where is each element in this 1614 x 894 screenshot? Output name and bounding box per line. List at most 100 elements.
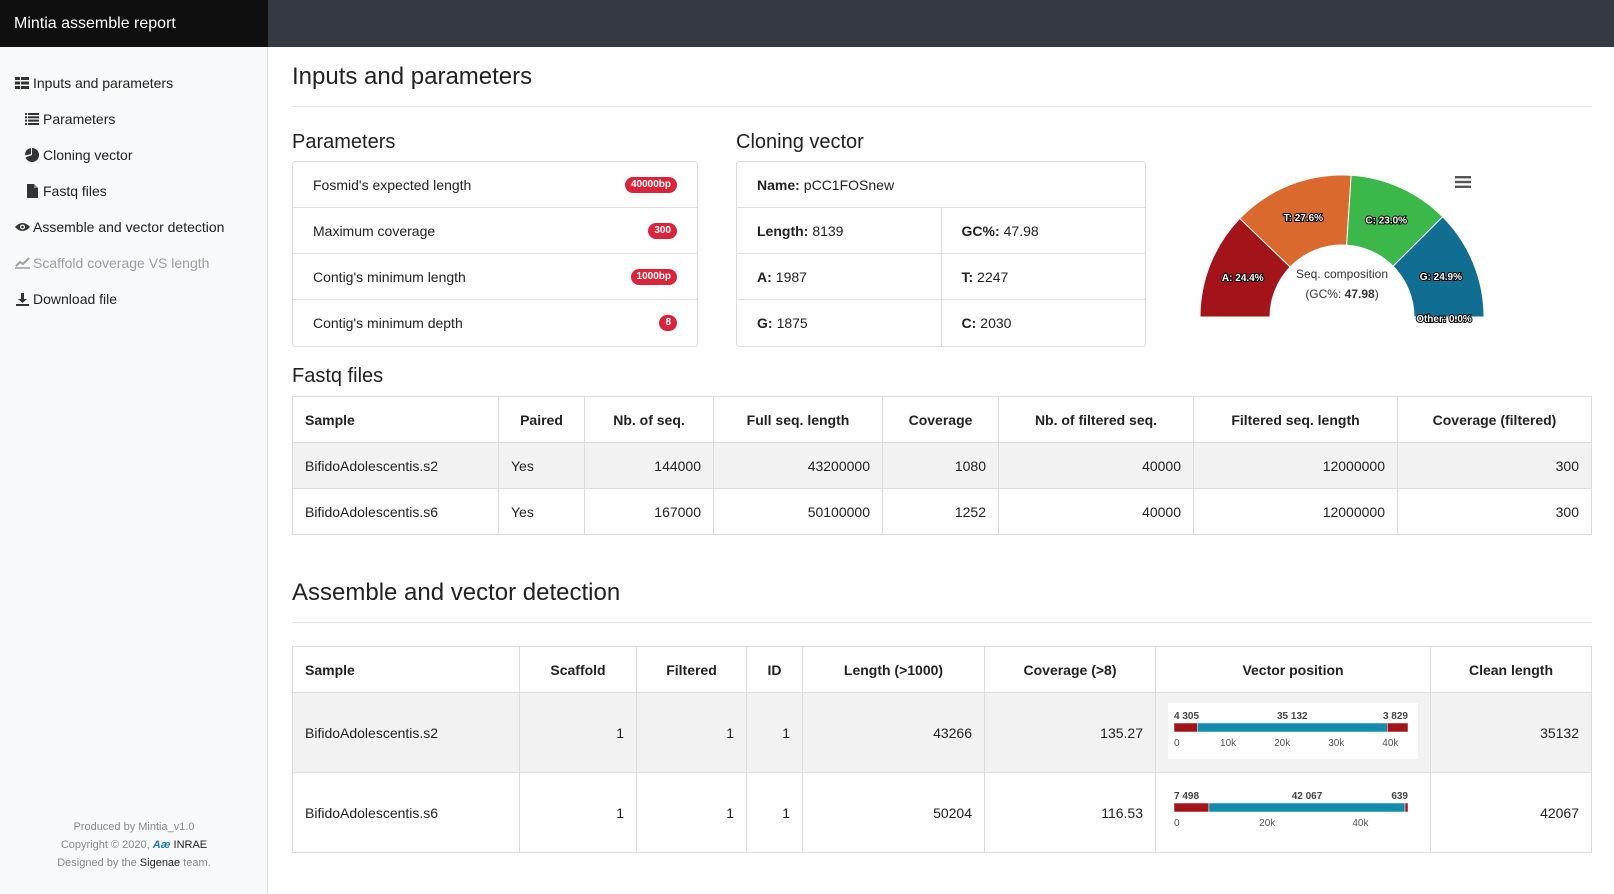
parameter-badge: 1000bp — [630, 268, 677, 285]
vector-segment[interactable] — [1197, 722, 1388, 733]
eye-icon — [14, 222, 30, 232]
axis-tick-label: 40k — [1352, 818, 1369, 829]
vector-segment-label: 4 305 — [1174, 711, 1199, 722]
vector-segment[interactable] — [1173, 722, 1198, 733]
sidebar-item-label: Fastq files — [43, 183, 107, 199]
table-row: BifidoAdolescentis.s6 Yes 167000 5010000… — [292, 488, 1592, 535]
column-header[interactable]: Coverage — [882, 396, 999, 443]
axis-tick-label: 30k — [1328, 738, 1345, 749]
vector-segment-label: 3 829 — [1383, 711, 1408, 722]
sidebar-item-cloning-vector[interactable]: Cloning vector — [0, 137, 267, 173]
divider — [292, 622, 1592, 623]
inrae-logo: Aæ — [152, 839, 171, 851]
sidebar-footer: Produced by Mintia_v1.0 Copyright © 2020… — [0, 818, 268, 872]
list-icon — [24, 113, 40, 125]
section-title-assemble: Assemble and vector detection — [292, 579, 621, 606]
sidebar-item-inputs[interactable]: Inputs and parameters — [0, 65, 267, 101]
column-header[interactable]: ID — [746, 646, 803, 693]
sigenae-link[interactable]: Sigenae — [140, 857, 180, 869]
chart-center-gc: (GC%: 47.98) — [1305, 287, 1378, 301]
sidebar: Inputs and parameters Parameters Cloning… — [0, 47, 268, 894]
parameters-title: Parameters — [292, 131, 396, 153]
vector-g-count: G: 1875 — [757, 315, 808, 331]
vector-segment[interactable] — [1387, 722, 1409, 733]
parameter-badge: 8 — [659, 315, 677, 331]
parameter-row: Fosmid's expected length 40000bp — [293, 162, 697, 208]
app-title[interactable]: Mintia assemble report — [0, 0, 268, 47]
axis-tick-label: 20k — [1259, 818, 1276, 829]
axis-tick-label: 0 — [1174, 818, 1180, 829]
sidebar-item-fastq-files[interactable]: Fastq files — [0, 173, 267, 209]
pie-label-t: T: 27.6% — [1284, 213, 1324, 224]
sidebar-item-download[interactable]: Download file — [0, 281, 267, 317]
vector-c-count: C: 2030 — [940, 300, 1146, 346]
vector-a-count: A: 1987 — [757, 268, 807, 285]
list-tree-icon — [14, 77, 30, 89]
column-header[interactable]: Coverage (>8) — [984, 646, 1156, 693]
chart-center-label: Seq. composition — [1296, 267, 1388, 281]
parameter-badge: 40000bp — [624, 176, 677, 193]
sidebar-item-label: Cloning vector — [43, 147, 133, 163]
inrae-link[interactable]: INRAE — [174, 839, 208, 851]
sidebar-item-label: Assemble and vector detection — [33, 219, 225, 235]
fastq-title: Fastq files — [292, 365, 384, 387]
file-icon — [24, 184, 40, 198]
column-header[interactable]: Filtered — [636, 646, 747, 693]
vector-segment-label: 42 067 — [1292, 791, 1323, 802]
pie-label-other: Other: 0.0% — [1416, 314, 1472, 325]
sidebar-item-parameters[interactable]: Parameters — [0, 101, 267, 137]
designed-by-line: Designed by the Sigenae team. — [57, 857, 211, 869]
vector-segment-label: 35 132 — [1277, 711, 1308, 722]
pie-label-c: C: 23.0% — [1365, 216, 1407, 227]
divider — [292, 106, 1592, 107]
axis-tick-label: 10k — [1220, 738, 1237, 749]
vector-segment-label: 639 — [1391, 791, 1408, 802]
column-header[interactable]: Full seq. length — [713, 396, 883, 443]
vector-length: Length: 8139 — [757, 222, 844, 239]
vector-position-chart: 7 498 42 067 639 0 20k 40k — [1168, 783, 1418, 839]
parameter-row: Contig's minimum depth 8 — [293, 300, 697, 346]
column-header[interactable]: Length (>1000) — [802, 646, 985, 693]
cloning-vector-title: Cloning vector — [736, 131, 864, 153]
column-header[interactable]: Sample — [292, 646, 520, 693]
column-header[interactable]: Vector position — [1155, 646, 1431, 693]
column-header[interactable]: Sample — [292, 396, 499, 443]
download-icon — [14, 292, 30, 306]
sidebar-item-assemble[interactable]: Assemble and vector detection — [0, 209, 267, 245]
pie-label-g: G: 24.9% — [1420, 272, 1462, 283]
column-header[interactable]: Coverage (filtered) — [1397, 396, 1592, 443]
parameter-row: Maximum coverage 300 — [293, 208, 697, 254]
pie-chart-icon — [24, 148, 40, 162]
vector-segment[interactable] — [1404, 802, 1409, 813]
vector-name: Name: pCC1FOSnew — [757, 176, 895, 193]
vector-segment-label: 7 498 — [1174, 791, 1199, 802]
chart-menu-icon[interactable] — [1455, 175, 1471, 189]
fastq-table: Sample Paired Nb. of seq. Full seq. leng… — [292, 396, 1592, 535]
copyright-line: Copyright © 2020, Aæ INRAE — [60, 839, 208, 851]
column-header[interactable]: Nb. of filtered seq. — [998, 396, 1194, 443]
sidebar-item-scaffold-coverage[interactable]: Scaffold coverage VS length — [0, 245, 267, 281]
table-row: BifidoAdolescentis.s2 1 1 1 43266 135.27… — [292, 692, 1592, 773]
vector-segment[interactable] — [1173, 802, 1210, 813]
axis-tick-label: 40k — [1382, 738, 1399, 749]
parameter-row: Contig's minimum length 1000bp — [293, 254, 697, 300]
table-row: BifidoAdolescentis.s2 Yes 144000 4320000… — [292, 442, 1592, 489]
column-header[interactable]: Paired — [498, 396, 585, 443]
parameters-list: Fosmid's expected length 40000bp Maximum … — [292, 161, 698, 347]
column-header[interactable]: Filtered seq. length — [1193, 396, 1398, 443]
column-header[interactable]: Clean length — [1430, 646, 1592, 693]
column-header[interactable]: Scaffold — [519, 646, 637, 693]
pie-label-a: A: 24.4% — [1222, 273, 1264, 284]
axis-tick-label: 20k — [1274, 738, 1291, 749]
line-chart-icon — [14, 257, 30, 269]
vector-gc: GC%: 47.98 — [940, 208, 1146, 253]
column-header[interactable]: Nb. of seq. — [584, 396, 714, 443]
vector-t-count: T: 2247 — [940, 254, 1146, 299]
sidebar-item-label: Scaffold coverage VS length — [33, 255, 210, 271]
cloning-vector-card: Name: pCC1FOSnew Length: 8139 GC%: 47.98 A:… — [736, 161, 1146, 347]
vector-position-chart: 4 305 35 132 3 829 0 10k 20k 30k 40k — [1168, 703, 1418, 759]
vector-segment[interactable] — [1208, 802, 1406, 813]
produced-by-text: Produced by Mintia_v1.0 — [73, 821, 195, 833]
section-title-inputs: Inputs and parameters — [292, 63, 533, 90]
assemble-table: Sample Scaffold Filtered ID Length (>100… — [292, 646, 1592, 853]
